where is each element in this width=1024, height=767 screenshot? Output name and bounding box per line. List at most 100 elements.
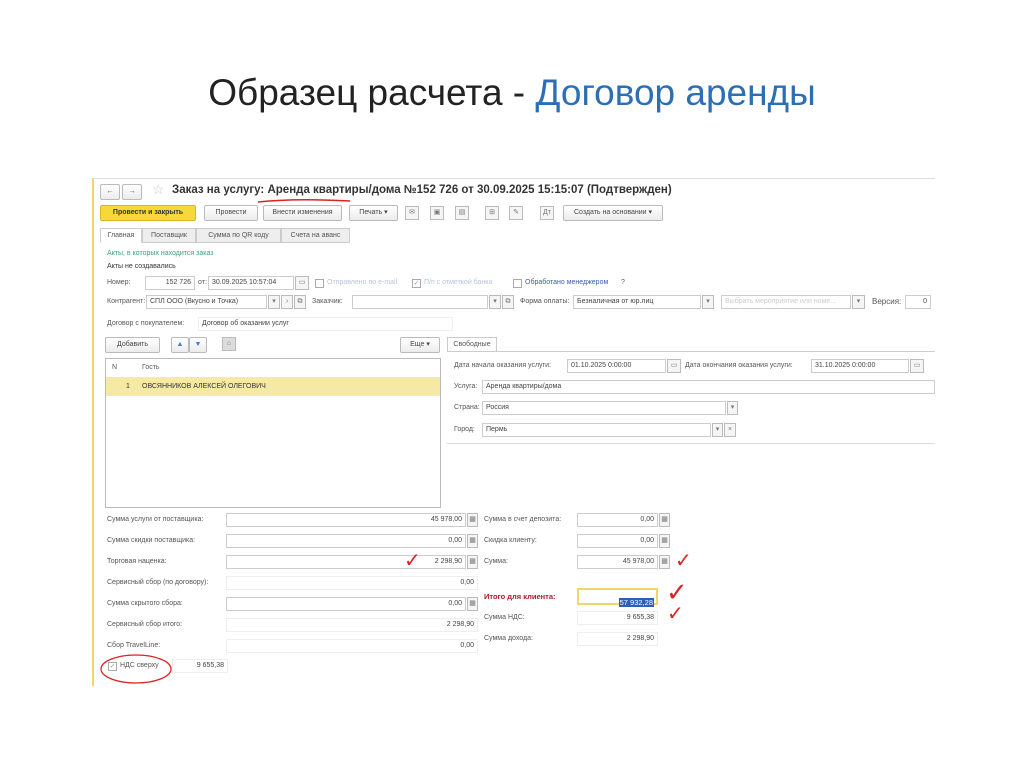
tab-qr-sum[interactable]: Сумма по QR коду	[196, 228, 281, 243]
supplier-discount-label: Сумма скидки поставщика:	[107, 537, 196, 544]
markup-label: Торговая наценка:	[107, 558, 167, 565]
acts-link[interactable]: Акты, в которых находится заказ	[107, 248, 214, 260]
move-up-icon[interactable]: ▲	[171, 337, 189, 353]
counterparty-field[interactable]: СПЛ ООО (Вкусно и Точка)	[146, 295, 267, 309]
calendar-icon[interactable]: ▭	[910, 359, 924, 373]
customer-field[interactable]	[352, 295, 488, 309]
service-label: Услуга:	[454, 383, 478, 390]
tab-supplier[interactable]: Поставщик	[142, 228, 196, 243]
row-number: 1	[126, 383, 130, 390]
fill-icon[interactable]: ⌂	[222, 337, 236, 351]
calculator-icon[interactable]: ▦	[659, 534, 670, 548]
end-date-field[interactable]: 31.10.2025 0:00:00	[811, 359, 909, 373]
tab-advance-invoices[interactable]: Счета на аванс	[281, 228, 350, 243]
dropdown-icon[interactable]: ▾	[489, 295, 501, 309]
contract-label: Договор с покупателем:	[107, 320, 185, 327]
sum-field[interactable]: 45 978,00	[577, 555, 658, 569]
post-and-close-button[interactable]: Провести и закрыть	[100, 205, 196, 221]
city-label: Город:	[454, 426, 475, 433]
processed-manager-checkbox[interactable]	[513, 279, 522, 288]
help-icon[interactable]: ?	[621, 277, 625, 289]
income-sum-label: Сумма дохода:	[484, 635, 533, 642]
mail-icon[interactable]: ✉	[405, 206, 419, 220]
print-button[interactable]: Печать ▾	[349, 205, 398, 221]
dropdown-icon[interactable]: ▾	[712, 423, 723, 437]
calculator-icon[interactable]: ▦	[659, 555, 670, 569]
open-link-icon[interactable]: ⧉	[294, 295, 306, 309]
dropdown-icon[interactable]: ▾	[852, 295, 865, 309]
favorite-star-icon[interactable]: ☆	[152, 181, 165, 198]
edit-icon[interactable]: ✎	[509, 206, 523, 220]
vat-on-top-field: 9 655,38	[172, 659, 228, 673]
document-icon[interactable]: ▤	[455, 206, 469, 220]
post-button[interactable]: Провести	[204, 205, 258, 221]
service-fee-total-field: 2 298,90	[226, 618, 478, 632]
calendar-icon[interactable]: ▭	[295, 276, 309, 290]
supplier-sum-field[interactable]: 45 978,00	[226, 513, 466, 527]
calculator-icon[interactable]: ▦	[467, 513, 478, 527]
structure-icon[interactable]: ⊞	[485, 206, 499, 220]
supplier-discount-field[interactable]: 0,00	[226, 534, 466, 548]
calculator-icon[interactable]: ▦	[467, 555, 478, 569]
calculator-icon[interactable]: ▦	[659, 513, 670, 527]
dropdown-icon[interactable]: ▾	[268, 295, 280, 309]
tab-main[interactable]: Главная	[100, 228, 142, 243]
service-field[interactable]: Аренда квартиры/дома	[482, 380, 935, 394]
client-total-label: Итого для клиента:	[484, 592, 556, 601]
divider	[447, 443, 935, 444]
service-fee-contract-label: Сервисный сбор (по договору):	[107, 579, 209, 586]
contract-field[interactable]: Договор об оказании услуг	[198, 317, 453, 331]
version-label: Версия:	[872, 297, 902, 306]
sum-label: Сумма:	[484, 558, 508, 565]
payment-form-field[interactable]: Безналичная от юр.лиц	[573, 295, 701, 309]
more-button[interactable]: Еще ▾	[400, 337, 440, 353]
hidden-fee-field[interactable]: 0,00	[226, 597, 466, 611]
client-discount-label: Скидка клиенту:	[484, 537, 537, 544]
red-checkmark-annotation: ✓	[675, 550, 692, 572]
client-total-field[interactable]: 57 932,28	[577, 588, 658, 607]
number-field[interactable]: 152 726	[145, 276, 195, 290]
add-guest-button[interactable]: Добавить	[105, 337, 160, 353]
clear-icon[interactable]: ×	[724, 423, 736, 437]
create-based-button[interactable]: Создать на основании ▾	[563, 205, 663, 221]
start-date-field[interactable]: 01.10.2025 0:00:00	[567, 359, 666, 373]
markup-field[interactable]: 2 298,90	[226, 555, 466, 569]
sent-email-checkbox[interactable]	[315, 279, 324, 288]
deposit-sum-field[interactable]: 0,00	[577, 513, 658, 527]
supplier-sum-label: Сумма услуги от поставщика:	[107, 516, 204, 523]
red-circle-annotation	[100, 654, 172, 684]
city-field[interactable]: Пермь	[482, 423, 711, 437]
title-prefix: Образец расчета -	[208, 72, 536, 113]
dropdown-icon[interactable]: ▾	[727, 401, 738, 415]
choose-icon[interactable]: ›	[281, 295, 293, 309]
edit-button[interactable]: Внести изменения	[263, 205, 342, 221]
divider	[497, 351, 935, 352]
bank-statement-checkbox[interactable]: ✓	[412, 279, 421, 288]
travelline-fee-label: Сбор TravelLine:	[107, 642, 161, 649]
calendar-icon[interactable]: ▭	[667, 359, 681, 373]
event-field[interactable]: Выбрать мероприятие или номе...	[721, 295, 851, 309]
forward-button[interactable]: →	[122, 184, 142, 200]
date-label: от:	[198, 279, 207, 286]
back-button[interactable]: ←	[100, 184, 120, 200]
bank-statement-label: П/п с отметкой банка	[424, 279, 493, 286]
deposit-sum-label: Сумма в счет депозита:	[484, 516, 562, 523]
red-checkmark-annotation: ✓	[667, 603, 684, 625]
column-header-guest: Гость	[142, 364, 160, 371]
dt-kt-icon[interactable]: Дт	[540, 206, 554, 220]
number-label: Номер:	[107, 279, 131, 286]
dropdown-icon[interactable]: ▾	[702, 295, 714, 309]
counterparty-label: Контрагент:	[107, 298, 146, 305]
attach-icon[interactable]: ▣	[430, 206, 444, 220]
tab-free[interactable]: Свободные	[447, 337, 497, 352]
country-field[interactable]: Россия	[482, 401, 726, 415]
client-discount-field[interactable]: 0,00	[577, 534, 658, 548]
date-field[interactable]: 30.09.2025 10:57:04	[208, 276, 294, 290]
calculator-icon[interactable]: ▦	[467, 534, 478, 548]
version-field[interactable]: 0	[905, 295, 931, 309]
guest-name: ОВСЯННИКОВ АЛЕКСЕЙ ОЛЕГОВИЧ	[142, 383, 266, 390]
red-checkmark-annotation: ✓	[666, 577, 688, 607]
move-down-icon[interactable]: ▼	[189, 337, 207, 353]
open-link-icon[interactable]: ⧉	[502, 295, 514, 309]
calculator-icon[interactable]: ▦	[467, 597, 478, 611]
